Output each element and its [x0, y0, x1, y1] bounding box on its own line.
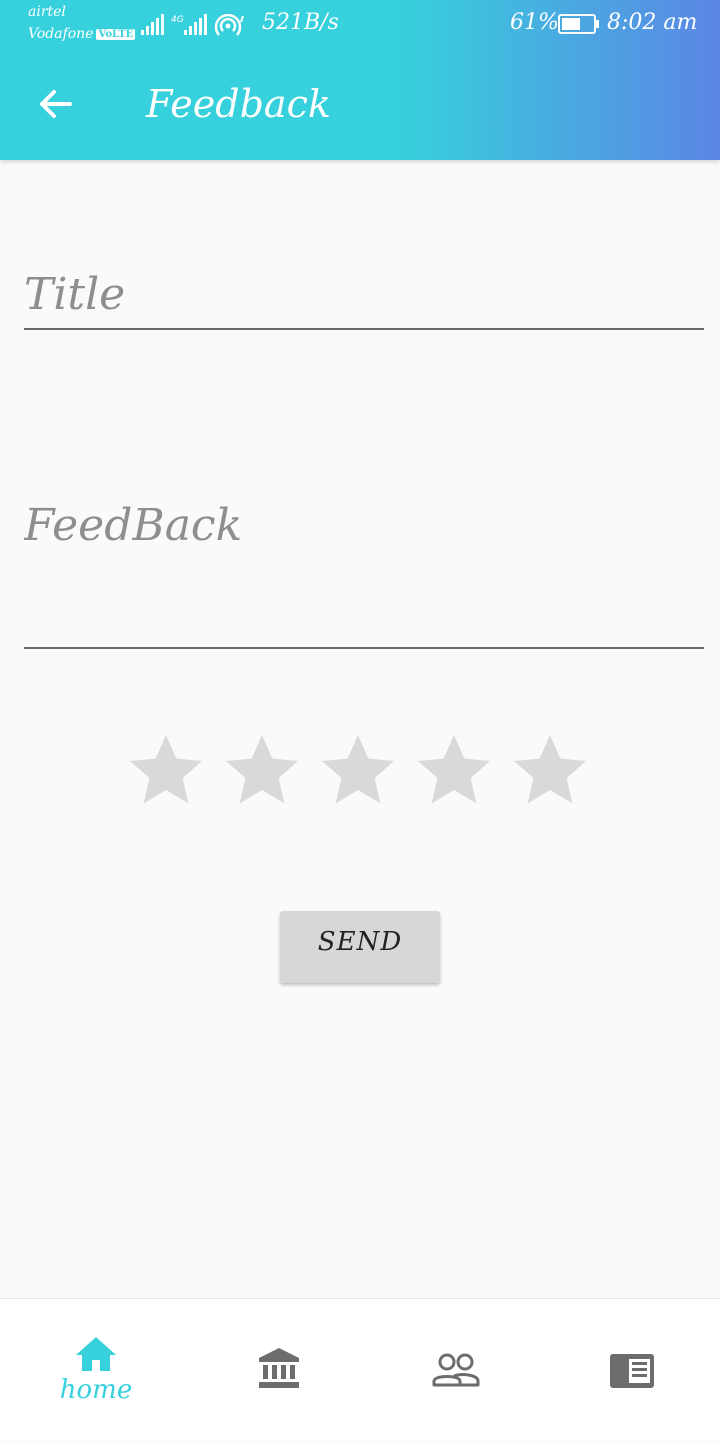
carrier-2-label: Vodafone	[28, 26, 94, 42]
nav-label-home: home	[59, 1375, 133, 1405]
battery-percent: 61%	[510, 10, 559, 35]
feedback-field	[24, 494, 704, 649]
people-icon	[432, 1353, 480, 1387]
nav-item-bank[interactable]	[189, 1299, 369, 1441]
star-icon[interactable]	[318, 730, 398, 810]
hotspot-icon	[214, 14, 244, 36]
title-input[interactable]	[24, 262, 704, 326]
battery-fill	[562, 18, 580, 30]
star-icon[interactable]	[414, 730, 494, 810]
arrow-left-icon	[40, 90, 72, 118]
network-type-label: 4G	[171, 15, 184, 25]
bottom-navigation: home	[0, 1298, 720, 1440]
carrier-2: Vodafone VoLTE	[28, 26, 136, 42]
app-bar: airtel Vodafone VoLTE 4G 521B/s 61% 8:02…	[0, 0, 720, 160]
star-rating[interactable]	[126, 730, 596, 814]
star-icon[interactable]	[222, 730, 302, 810]
carrier-1: airtel	[28, 4, 66, 20]
bank-icon	[259, 1348, 299, 1388]
net-speed: 521B/s	[262, 10, 339, 35]
star-icon[interactable]	[126, 730, 206, 810]
nav-item-news[interactable]	[542, 1299, 720, 1441]
title-field	[24, 262, 704, 330]
home-icon	[76, 1337, 116, 1371]
page-title: Feedback	[146, 82, 331, 126]
star-icon[interactable]	[510, 730, 590, 810]
signal-strength-icon	[141, 14, 164, 35]
back-button[interactable]	[30, 80, 80, 128]
volte-badge: VoLTE	[96, 28, 136, 40]
battery-icon	[558, 14, 599, 34]
nav-item-people[interactable]	[366, 1299, 546, 1441]
signal-4g-icon: 4G	[171, 14, 207, 35]
clock: 8:02 am	[607, 10, 698, 35]
send-button[interactable]: SEND	[280, 911, 440, 983]
nav-item-home[interactable]: home	[6, 1299, 186, 1441]
feedback-input[interactable]	[24, 494, 704, 644]
status-bar: airtel Vodafone VoLTE 4G 521B/s 61% 8:02…	[0, 0, 720, 48]
newspaper-icon	[610, 1354, 654, 1388]
